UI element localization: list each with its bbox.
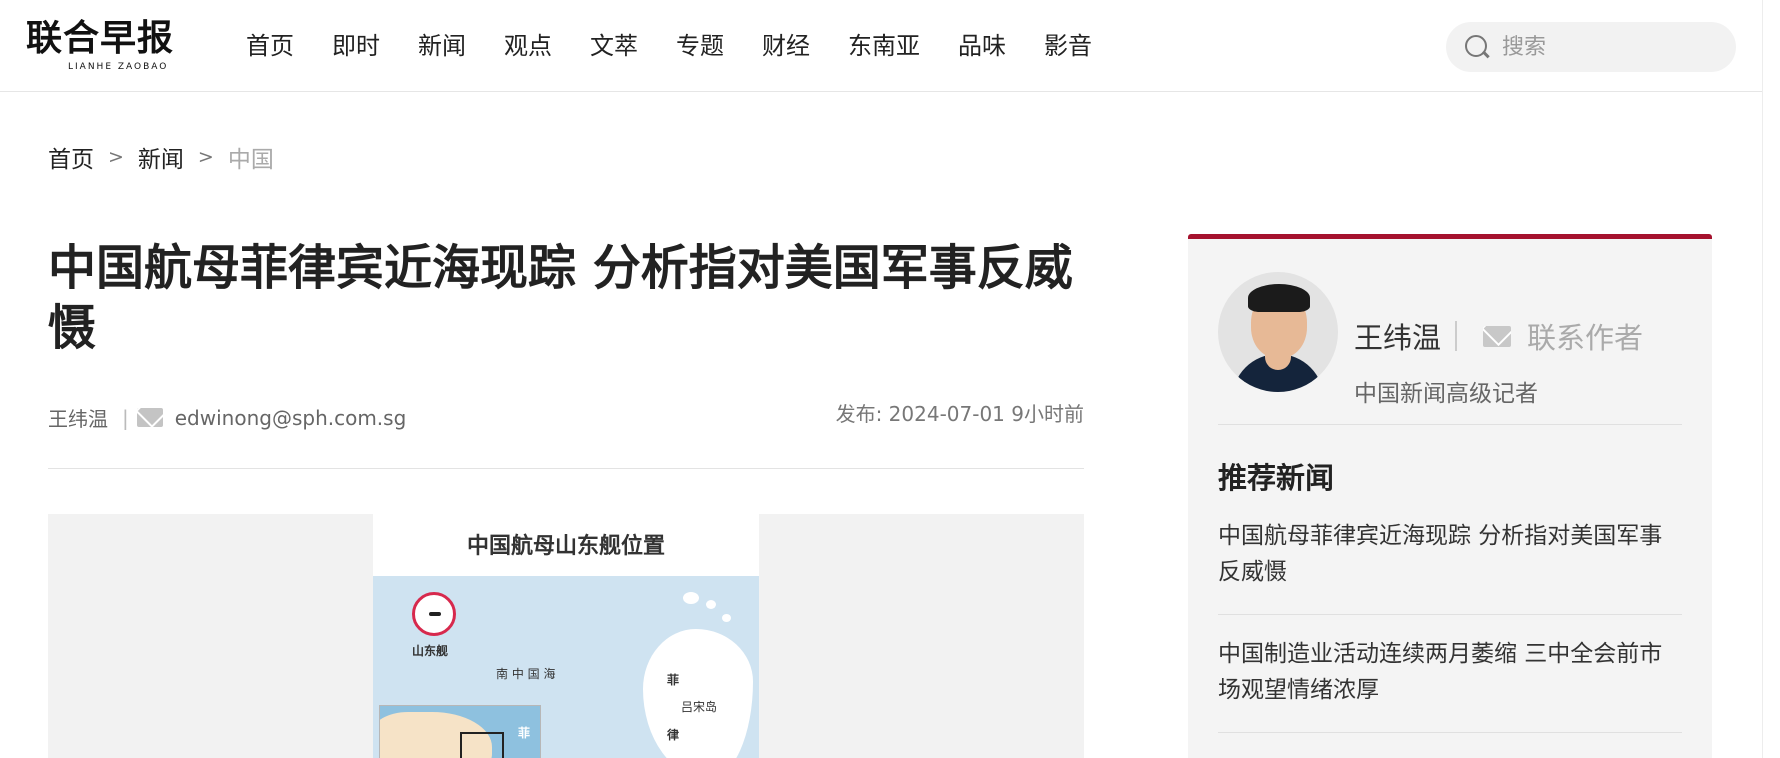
contact-author-link[interactable]: 联系作者 — [1527, 315, 1643, 357]
map-islet — [706, 600, 716, 609]
site-logo[interactable]: 联合早报 LIANHE ZAOBAO — [26, 18, 192, 74]
breadcrumb: 首页 > 新闻 > 中国 — [48, 140, 274, 174]
search-box[interactable] — [1446, 22, 1736, 72]
sidebar-author-row: 王纬温 联系作者 — [1354, 315, 1643, 357]
nav-item-news[interactable]: 新闻 — [418, 26, 466, 66]
map-title: 中国航母山东舰位置 — [466, 534, 665, 559]
breadcrumb-separator: > — [197, 146, 214, 168]
map-image[interactable]: 中国航母山东舰位置 山东舰 南 中 国 海 菲 吕宋岛 律 菲 — [373, 514, 759, 758]
sidebar-author-name[interactable]: 王纬温 — [1354, 315, 1441, 357]
mail-icon[interactable] — [1483, 325, 1512, 347]
publish-date: 发布: 2024-07-01 9小时前 — [835, 402, 1084, 426]
byline-author[interactable]: 王纬温 — [48, 403, 108, 432]
nav-item-realtime[interactable]: 即时 — [332, 26, 380, 66]
sidebar-divider — [1218, 614, 1682, 615]
nav-item-special[interactable]: 专题 — [676, 26, 724, 66]
mail-icon — [136, 408, 163, 427]
site-header: 联合早报 LIANHE ZAOBAO 首页 即时 新闻 观点 文萃 专题 财经 … — [0, 0, 1780, 92]
byline-separator: | — [122, 405, 129, 430]
main-nav: 首页 即时 新闻 观点 文萃 专题 财经 东南亚 品味 影音 — [246, 26, 1130, 66]
recommended-heading: 推荐新闻 — [1218, 461, 1335, 495]
recommended-news-item[interactable]: 中国航母菲律宾近海现踪 分析指对美国军事反威慑 — [1218, 518, 1682, 590]
map-inset-label: 菲 — [518, 726, 531, 740]
breadcrumb-separator: > — [108, 146, 124, 168]
breadcrumb-current: 中国 — [227, 147, 274, 173]
sidebar-divider — [1218, 424, 1682, 425]
nav-item-opinion[interactable]: 观点 — [504, 26, 552, 66]
search-icon[interactable] — [1464, 34, 1490, 60]
map-inset: 菲 — [379, 705, 541, 758]
byline-divider — [48, 468, 1084, 469]
article-byline: 王纬温 | edwinong@sph.com.sg — [48, 403, 406, 432]
article-figure: 中国航母山东舰位置 山东舰 南 中 国 海 菲 吕宋岛 律 菲 — [48, 514, 1084, 758]
map-islet — [683, 592, 699, 604]
breadcrumb-news[interactable]: 新闻 — [138, 140, 184, 174]
author-avatar[interactable] — [1218, 272, 1338, 392]
map-label-sea: 南 中 国 海 — [496, 667, 556, 681]
ship-marker — [412, 592, 456, 636]
logo-subtitle: LIANHE ZAOBAO — [68, 62, 169, 72]
sidebar-divider — [1455, 321, 1458, 351]
nav-item-video[interactable]: 影音 — [1044, 26, 1092, 66]
nav-item-southeast-asia[interactable]: 东南亚 — [848, 26, 920, 66]
map-label-phil-2: 律 — [667, 728, 680, 742]
search-input[interactable] — [1502, 34, 1722, 60]
byline-email[interactable]: edwinong@sph.com.sg — [175, 406, 407, 430]
sidebar-author-role: 中国新闻高级记者 — [1354, 381, 1538, 407]
map-luzon — [643, 629, 753, 758]
map-label-phil-1: 菲 — [667, 673, 680, 687]
author-sidebar: 王纬温 联系作者 中国新闻高级记者 推荐新闻 中国航母菲律宾近海现踪 分析指对美… — [1188, 234, 1712, 758]
nav-item-lifestyle[interactable]: 品味 — [958, 26, 1006, 66]
logo-wordmark: 联合早报 — [26, 17, 175, 59]
nav-item-home[interactable]: 首页 — [246, 26, 294, 66]
map-label-ship: 山东舰 — [412, 644, 449, 658]
article-title: 中国航母菲律宾近海现踪 分析指对美国军事反威慑 — [48, 240, 1073, 356]
scrollbar-track[interactable] — [1762, 0, 1780, 758]
map-inset-frame — [460, 732, 504, 758]
map-label-luzon: 吕宋岛 — [681, 700, 718, 714]
nav-item-finance[interactable]: 财经 — [762, 26, 810, 66]
sidebar-divider — [1218, 732, 1682, 733]
breadcrumb-home[interactable]: 首页 — [48, 140, 94, 174]
nav-item-digest[interactable]: 文萃 — [590, 26, 638, 66]
recommended-news-item[interactable]: 中国制造业活动连续两月萎缩 三中全会前市场观望情绪浓厚 — [1218, 636, 1682, 708]
avatar-hair — [1248, 284, 1310, 312]
map-islet — [722, 614, 731, 622]
